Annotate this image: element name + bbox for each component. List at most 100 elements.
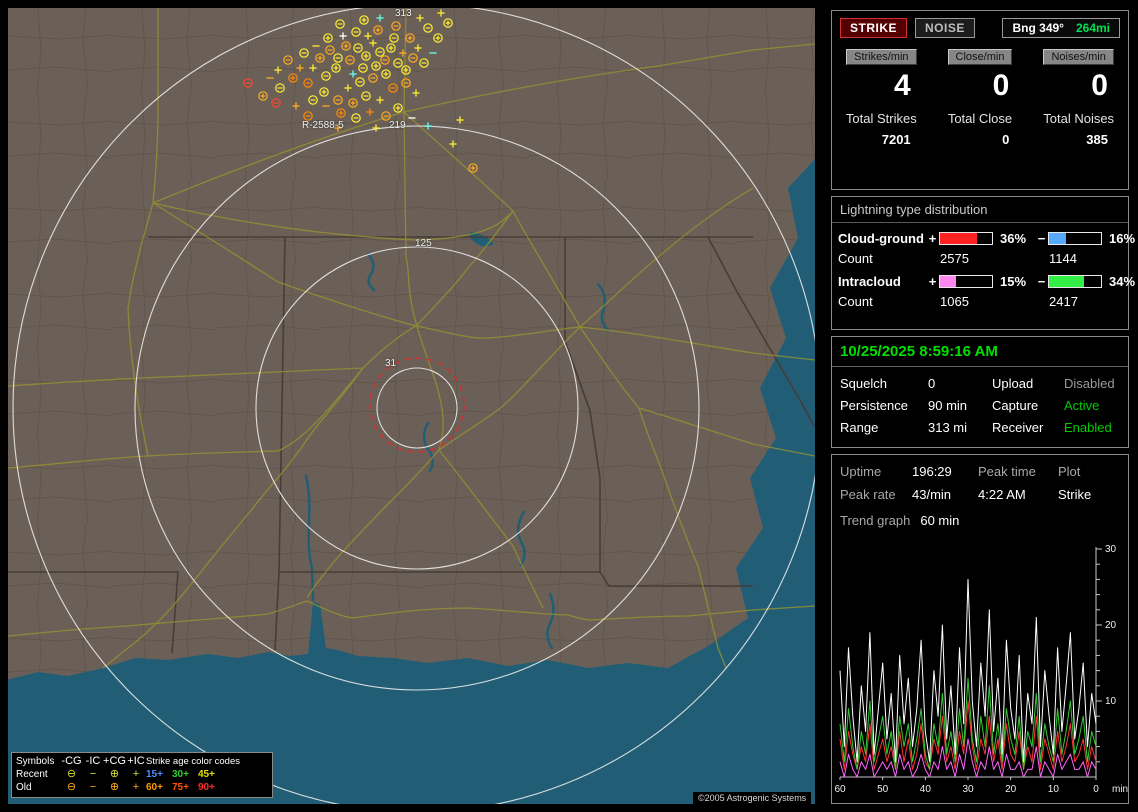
persistence-value: 90 min — [928, 398, 968, 413]
age-code-30: 30+ — [171, 769, 189, 780]
strike-counters-panel: STRIKE NOISE Bng 349° 264mi Strikes/min … — [831, 10, 1129, 190]
close-per-min-label: Close/min — [947, 49, 1013, 65]
nic-symbol-old-icon: − — [89, 781, 97, 793]
pic-symbol-old-icon: + — [132, 781, 140, 793]
minus-sign: − — [1037, 274, 1046, 289]
plot-label: Plot — [1058, 464, 1081, 479]
svg-text:min: min — [1112, 784, 1128, 795]
noises-per-min-value: 0 — [1091, 69, 1108, 102]
cloud-ground-label: Cloud-ground — [838, 231, 924, 246]
age-code-45: 45+ — [197, 769, 215, 780]
range-ring-label-219: 219 — [389, 120, 406, 131]
svg-text:20: 20 — [1105, 620, 1117, 631]
legend-old-label: Old — [16, 782, 32, 793]
total-strikes-label: Total Strikes — [845, 111, 917, 126]
svg-text:0: 0 — [1093, 784, 1099, 795]
cg-count-label: Count — [838, 251, 873, 266]
app-window: 313 219 125 31 R-2588-5 Symbols -CG -IC … — [0, 0, 1138, 812]
nic-symbol-icon: − — [89, 768, 97, 780]
status-panel: 10/25/2025 8:59:16 AM Squelch 0 Upload D… — [831, 336, 1129, 448]
datetime-display: 10/25/2025 8:59:16 AM — [832, 337, 1128, 367]
peak-rate-label: Peak rate — [840, 487, 896, 502]
noises-per-min-label: Noises/min — [1043, 49, 1114, 65]
plot-value: Strike — [1058, 487, 1092, 502]
distribution-panel: Lightning type distribution Cloud-ground… — [831, 196, 1135, 330]
pcg-symbol-icon: ⊕ — [109, 768, 120, 780]
upload-status: Disabled — [1064, 376, 1115, 391]
persistence-label: Persistence — [840, 398, 908, 413]
svg-text:20: 20 — [1005, 784, 1017, 795]
close-per-min-value: 0 — [992, 69, 1010, 102]
strikes-per-min-value: 4 — [893, 69, 911, 102]
ic-minus-pct: 34% — [1109, 274, 1136, 289]
upload-label: Upload — [992, 376, 1034, 391]
trend-window-value: 60 min — [920, 513, 960, 528]
total-noises-value: 385 — [1086, 132, 1108, 147]
cg-minus-count: 1144 — [1049, 251, 1077, 266]
peak-rate-value: 43/min — [912, 487, 952, 502]
age-code-75: 75+ — [171, 782, 189, 793]
ic-minus-count: 2417 — [1049, 294, 1078, 309]
legend-age-title: Strike age color codes — [146, 756, 240, 767]
minus-sign: − — [1037, 231, 1046, 246]
restricted-area-label: R-2588-5 — [302, 120, 344, 131]
legend-col-nic: -IC — [85, 755, 101, 767]
svg-text:40: 40 — [920, 784, 932, 795]
bearing-distance: 264mi — [1075, 21, 1110, 35]
ic-count-label: Count — [838, 294, 873, 309]
receiver-status: Enabled — [1064, 420, 1112, 435]
cg-plus-pct: 36% — [1000, 231, 1027, 246]
trend-panel: Uptime 196:29 Peak time Plot Peak rate 4… — [831, 454, 1129, 804]
range-ring-label-313: 313 — [395, 8, 412, 19]
cg-minus-pct: 16% — [1109, 231, 1136, 246]
legend-col-ncg: -CG — [61, 755, 82, 767]
cg-plus-bar — [939, 232, 993, 245]
range-ring-label-125: 125 — [415, 238, 432, 249]
peak-time-value: 4:22 AM — [978, 487, 1026, 502]
range-value: 313 mi — [928, 420, 968, 435]
lightning-map[interactable]: 313 219 125 31 R-2588-5 Symbols -CG -IC … — [8, 8, 815, 804]
map-legend: Symbols -CG -IC +CG +IC Strike age color… — [11, 752, 273, 798]
bearing-value: Bng 349° — [1012, 21, 1064, 35]
peak-time-label: Peak time — [978, 464, 1036, 479]
ic-plus-bar — [939, 275, 993, 288]
legend-recent-label: Recent — [16, 769, 48, 780]
total-close-value: 0 — [1002, 132, 1010, 147]
copyright-text: ©2005 Astrogenic Systems — [693, 792, 812, 805]
noise-mode-button[interactable]: NOISE — [915, 18, 975, 38]
capture-label: Capture — [992, 398, 1039, 413]
pcg-symbol-old-icon: ⊕ — [109, 781, 120, 793]
capture-status: Active — [1064, 398, 1100, 413]
map-canvas — [8, 8, 815, 804]
distribution-title: Lightning type distribution — [832, 197, 1128, 223]
svg-text:30: 30 — [1105, 544, 1117, 555]
svg-text:10: 10 — [1105, 696, 1117, 707]
receiver-label: Receiver — [992, 420, 1044, 435]
total-strikes-value: 7201 — [881, 132, 911, 147]
plus-sign: + — [928, 231, 937, 246]
pic-symbol-icon: + — [132, 768, 140, 780]
svg-text:10: 10 — [1048, 784, 1060, 795]
age-code-90: 90+ — [197, 782, 215, 793]
trend-graph: 10 20 30 60 50 40 30 20 10 0 min — [834, 544, 1128, 795]
plus-sign: + — [928, 274, 937, 289]
age-code-60: 60+ — [146, 782, 163, 793]
bearing-readout: Bng 349° 264mi — [1002, 18, 1120, 38]
total-noises-label: Total Noises — [1043, 111, 1115, 126]
strike-mode-button[interactable]: STRIKE — [840, 18, 908, 38]
ncg-symbol-old-icon: ⊖ — [66, 781, 77, 793]
strikes-per-min-label: Strikes/min — [846, 49, 917, 65]
range-label: Range — [840, 420, 879, 435]
legend-col-pic: +IC — [127, 755, 145, 767]
cg-plus-count: 2575 — [940, 251, 969, 266]
svg-text:50: 50 — [877, 784, 889, 795]
uptime-value: 196:29 — [912, 464, 952, 479]
range-ring-label-31: 31 — [385, 358, 397, 369]
trend-graph-label: Trend graph — [840, 513, 911, 528]
uptime-label: Uptime — [840, 464, 882, 479]
ncg-symbol-icon: ⊖ — [66, 768, 77, 780]
intracloud-label: Intracloud — [838, 274, 901, 289]
cg-minus-bar — [1048, 232, 1102, 245]
svg-text:30: 30 — [962, 784, 974, 795]
ic-minus-bar — [1048, 275, 1102, 288]
